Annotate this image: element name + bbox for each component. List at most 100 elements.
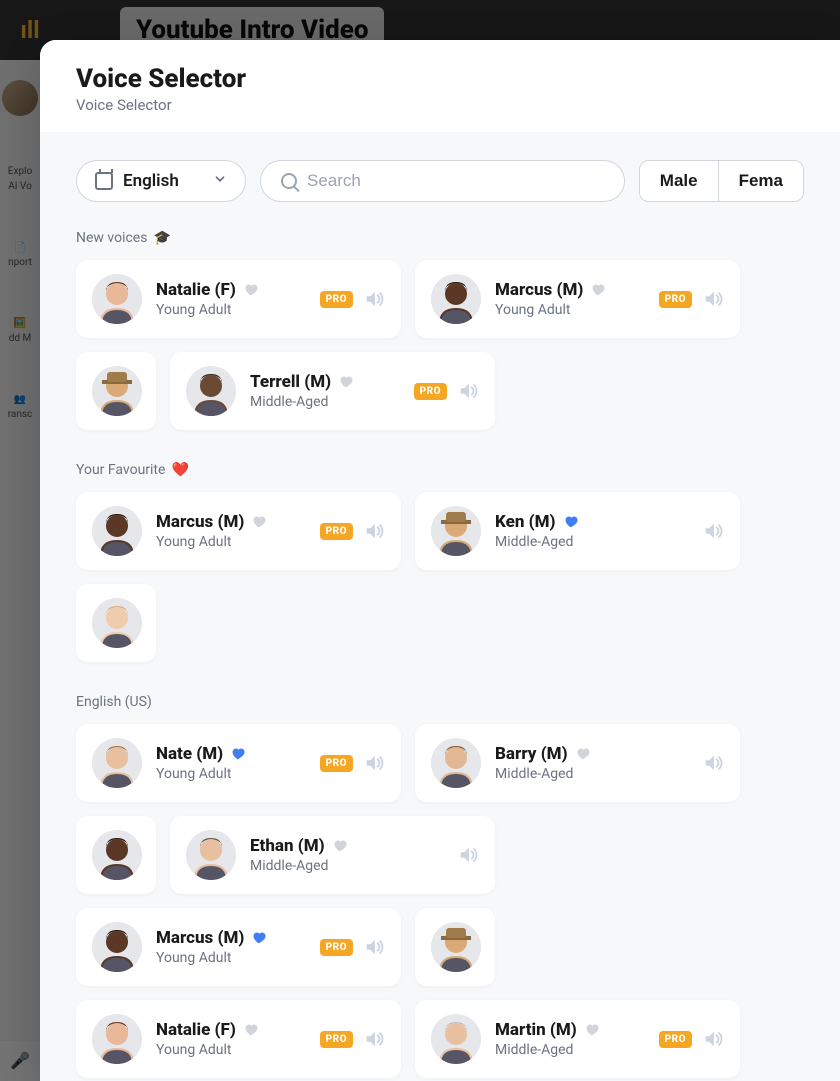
play-icon[interactable]	[363, 1028, 385, 1050]
voice-card[interactable]	[76, 816, 156, 894]
play-icon[interactable]	[702, 752, 724, 774]
heart-icon[interactable]	[244, 1022, 260, 1038]
voice-name: Barry (M)	[495, 744, 688, 764]
play-icon[interactable]	[702, 288, 724, 310]
heart-icon[interactable]	[585, 1022, 601, 1038]
voice-info: Ethan (M) Middle-Aged	[250, 836, 443, 874]
voice-card[interactable]: Marcus (M) Young Adult PRO	[415, 260, 740, 338]
voice-avatar	[92, 506, 142, 556]
section-title: Your Favourite ❤️	[76, 462, 804, 478]
voice-age: Young Adult	[156, 950, 306, 966]
gender-toggle: Male Fema	[639, 160, 804, 202]
voice-avatar	[92, 598, 142, 648]
section-title: New voices 🎓	[76, 230, 804, 246]
voice-card[interactable]	[76, 584, 156, 662]
voice-avatar	[431, 922, 481, 972]
voice-name: Martin (M)	[495, 1020, 645, 1040]
voice-card[interactable]: Ken (M) Middle-Aged	[415, 492, 740, 570]
voice-info: Barry (M) Middle-Aged	[495, 744, 688, 782]
voice-card[interactable]: Martin (M) Middle-Aged PRO	[415, 1000, 740, 1078]
pro-badge: PRO	[320, 1031, 353, 1048]
play-icon[interactable]	[363, 752, 385, 774]
section-emoji-icon: ❤️	[171, 462, 188, 478]
voice-grid: Nate (M) Young Adult PRO Barry (M) Middl…	[76, 724, 804, 1081]
voice-avatar	[92, 830, 142, 880]
heart-icon[interactable]	[339, 374, 355, 390]
heart-icon[interactable]	[591, 282, 607, 298]
voice-actions: PRO	[320, 752, 385, 774]
voice-card[interactable]	[415, 908, 495, 986]
heart-icon[interactable]	[252, 930, 268, 946]
section-title: English (US)	[76, 694, 804, 710]
voice-name: Natalie (F)	[156, 1020, 306, 1040]
play-icon[interactable]	[363, 288, 385, 310]
voice-info: Martin (M) Middle-Aged	[495, 1020, 645, 1058]
voice-info: Ken (M) Middle-Aged	[495, 512, 688, 550]
voice-avatar	[186, 366, 236, 416]
voice-card[interactable]: Ethan (M) Middle-Aged	[170, 816, 495, 894]
voice-card[interactable]: Natalie (F) Young Adult PRO	[76, 1000, 401, 1078]
voice-card[interactable]: Marcus (M) Young Adult PRO	[76, 908, 401, 986]
voice-age: Young Adult	[156, 534, 306, 550]
voice-actions: PRO	[320, 1028, 385, 1050]
voice-name: Nate (M)	[156, 744, 306, 764]
pro-badge: PRO	[320, 291, 353, 308]
modal-subtitle: Voice Selector	[76, 96, 804, 114]
section-emoji-icon: 🎓	[153, 230, 170, 246]
filter-controls: English Male Fema	[40, 132, 840, 202]
play-icon[interactable]	[363, 936, 385, 958]
voice-card[interactable]: Terrell (M) Middle-Aged PRO	[170, 352, 495, 430]
voice-info: Marcus (M) Young Adult	[156, 928, 306, 966]
heart-icon[interactable]	[576, 746, 592, 762]
voice-actions	[702, 752, 724, 774]
voice-avatar	[92, 274, 142, 324]
gender-female-button[interactable]: Fema	[718, 161, 803, 201]
voice-name: Natalie (F)	[156, 280, 306, 300]
voice-name: Ken (M)	[495, 512, 688, 532]
voice-info: Natalie (F) Young Adult	[156, 280, 306, 318]
voice-name: Marcus (M)	[495, 280, 645, 300]
voice-avatar	[92, 922, 142, 972]
play-icon[interactable]	[702, 520, 724, 542]
voice-name: Marcus (M)	[156, 928, 306, 948]
voice-info: Marcus (M) Young Adult	[156, 512, 306, 550]
voice-avatar	[431, 1014, 481, 1064]
voice-avatar	[92, 738, 142, 788]
search-field[interactable]	[260, 160, 625, 202]
play-icon[interactable]	[363, 520, 385, 542]
voice-age: Young Adult	[156, 302, 306, 318]
voice-age: Young Adult	[495, 302, 645, 318]
heart-icon[interactable]	[244, 282, 260, 298]
heart-icon[interactable]	[333, 838, 349, 854]
voice-grid: Marcus (M) Young Adult PRO Ken (M) Middl…	[76, 492, 804, 662]
voice-actions	[457, 844, 479, 866]
heart-icon[interactable]	[564, 514, 580, 530]
gender-male-button[interactable]: Male	[640, 161, 718, 201]
language-select[interactable]: English	[76, 160, 246, 202]
search-input[interactable]	[307, 171, 604, 191]
play-icon[interactable]	[457, 844, 479, 866]
heart-icon[interactable]	[252, 514, 268, 530]
voice-card[interactable]: Nate (M) Young Adult PRO	[76, 724, 401, 802]
voice-sections: New voices 🎓 Natalie (F) Young Adult PRO…	[40, 202, 840, 1081]
voice-age: Young Adult	[156, 766, 306, 782]
voice-info: Terrell (M) Middle-Aged	[250, 372, 400, 410]
voice-actions: PRO	[659, 1028, 724, 1050]
voice-card[interactable]	[76, 352, 156, 430]
pro-badge: PRO	[414, 383, 447, 400]
voice-card[interactable]: Natalie (F) Young Adult PRO	[76, 260, 401, 338]
voice-avatar	[92, 1014, 142, 1064]
voice-actions	[702, 520, 724, 542]
voice-age: Middle-Aged	[495, 534, 688, 550]
play-icon[interactable]	[702, 1028, 724, 1050]
play-icon[interactable]	[457, 380, 479, 402]
voice-actions: PRO	[320, 520, 385, 542]
heart-icon[interactable]	[231, 746, 247, 762]
voice-actions: PRO	[659, 288, 724, 310]
chevron-down-icon	[213, 171, 227, 191]
modal-title: Voice Selector	[76, 64, 804, 94]
voice-card[interactable]: Marcus (M) Young Adult PRO	[76, 492, 401, 570]
voice-name: Ethan (M)	[250, 836, 443, 856]
voice-card[interactable]: Barry (M) Middle-Aged	[415, 724, 740, 802]
voice-selector-modal: Voice Selector Voice Selector English Ma…	[40, 40, 840, 1081]
